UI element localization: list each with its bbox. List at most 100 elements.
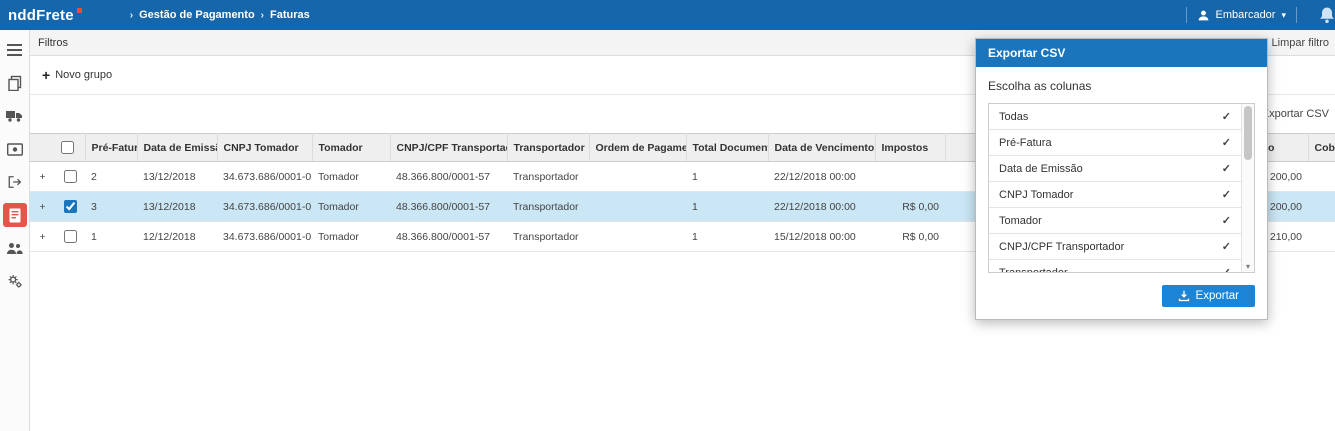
invoice-icon: [9, 208, 20, 222]
col-transportador[interactable]: Transportador: [507, 133, 590, 162]
chevron-right-icon: ›: [260, 9, 265, 21]
option-label: Pré-Fatura: [999, 136, 1052, 149]
sidebar-item-configuracoes[interactable]: [3, 269, 27, 293]
col-select-all[interactable]: [55, 133, 86, 162]
row-checkbox[interactable]: [63, 200, 77, 213]
cell-data-vencimento: 15/12/2018 00:00: [768, 221, 875, 252]
col-tomador[interactable]: Tomador: [312, 133, 391, 162]
cell-cnpj-tomador: 34.673.686/0001-01: [217, 161, 312, 192]
cell-pre-fatura: 1: [85, 221, 137, 252]
export-csv-label: Exportar CSV: [1261, 108, 1329, 120]
cell-pre-fatura: 3: [85, 191, 137, 222]
clear-filter-label: Limpar filtro: [1271, 36, 1329, 49]
sidebar-item-gestao-pagamento-active[interactable]: [2, 203, 27, 227]
row-expand-button[interactable]: +: [30, 161, 55, 192]
bell-icon: [1320, 7, 1334, 23]
column-option-tomador[interactable]: Tomador ✓: [989, 208, 1241, 234]
cell-tomador: Tomador: [312, 161, 390, 192]
check-icon: ✓: [1221, 241, 1231, 253]
cell-total-documentos: 1: [686, 161, 768, 192]
money-icon: [6, 142, 23, 156]
column-option-cnpj-tomador[interactable]: CNPJ Tomador ✓: [989, 182, 1241, 208]
chevron-down-icon: ▾: [1281, 9, 1286, 20]
cell-cnpj-cpf-transportador: 48.366.800/0001-57: [390, 221, 507, 252]
cell-cobranca: [1308, 161, 1335, 192]
users-icon: [7, 242, 23, 254]
cell-cobranca: [1308, 221, 1335, 252]
col-data-vencimento[interactable]: Data de Vencimento: [768, 133, 876, 162]
select-all-checkbox[interactable]: [61, 141, 74, 154]
cell-ordem-pagamento: [589, 221, 686, 252]
user-menu[interactable]: Embarcador ▾: [1197, 9, 1286, 22]
col-data-emissao[interactable]: Data de Emissão↓: [137, 133, 218, 162]
option-label: Data de Emissão: [999, 162, 1083, 175]
cell-cobranca: [1308, 191, 1335, 222]
hamburger-icon: [7, 43, 22, 56]
export-button[interactable]: Exportar: [1161, 285, 1255, 307]
col-cnpj-tomador[interactable]: CNPJ Tomador: [217, 133, 313, 162]
col-label: CNPJ/CPF Transportador: [396, 141, 507, 154]
row-checkbox[interactable]: [63, 230, 77, 243]
cell-data-emissao: 12/12/2018: [137, 221, 217, 252]
cell-ordem-pagamento: [589, 161, 686, 192]
option-label: Tomador: [999, 214, 1042, 227]
column-option-data-emissao[interactable]: Data de Emissão ✓: [989, 156, 1241, 182]
column-option-todas[interactable]: Todas ✓: [989, 104, 1241, 130]
chevron-right-icon: ›: [129, 9, 134, 21]
cell-data-emissao: 13/12/2018: [137, 161, 217, 192]
new-group-label: Novo grupo: [55, 69, 113, 81]
sidebar-item-pedagio[interactable]: [3, 137, 27, 161]
col-expand: [30, 133, 55, 162]
scrollbar-thumb[interactable]: [1244, 106, 1252, 160]
menu-toggle-button[interactable]: [3, 38, 27, 62]
check-icon: ✓: [1221, 163, 1231, 175]
cell-ordem-pagamento: [589, 191, 686, 222]
sidebar-item-exportacao[interactable]: [3, 170, 27, 194]
column-option-pre-fatura[interactable]: Pré-Fatura ✓: [989, 130, 1241, 156]
breadcrumb-faturas[interactable]: Faturas: [270, 9, 310, 21]
row-checkbox[interactable]: [63, 170, 77, 183]
user-menu-label: Embarcador: [1215, 9, 1276, 21]
sidebar-item-documents[interactable]: [3, 71, 27, 95]
col-label: Pré-Fatura: [91, 141, 137, 154]
check-icon: ✓: [1221, 189, 1231, 201]
col-label: Data de Vencimento: [774, 141, 875, 154]
sidebar-item-usuarios[interactable]: [3, 236, 27, 260]
row-expand-button[interactable]: +: [30, 221, 55, 252]
topbar: nddFrete › Gestão de Pagamento › Faturas…: [0, 0, 1335, 30]
col-impostos[interactable]: Impostos: [875, 133, 946, 162]
brand-text: nddFrete: [8, 6, 74, 24]
row-expand-button[interactable]: +: [30, 191, 55, 222]
sidebar-item-frete[interactable]: [3, 104, 27, 128]
cell-impostos: [875, 161, 945, 192]
col-cobranca[interactable]: Cobrança: [1308, 133, 1335, 162]
export-csv-modal: Exportar CSV Escolha as colunas Todas ✓ …: [975, 38, 1268, 320]
notifications-button[interactable]: [1317, 5, 1335, 25]
download-icon: [1178, 290, 1189, 302]
sign-out-icon: [8, 176, 22, 188]
col-label: Transportador: [513, 141, 585, 154]
column-option-cnpj-cpf-transportador[interactable]: CNPJ/CPF Transportador ✓: [989, 234, 1241, 260]
cell-total-documentos: 1: [686, 191, 768, 222]
col-pre-fatura[interactable]: Pré-Fatura: [85, 133, 138, 162]
modal-title: Exportar CSV: [976, 39, 1267, 67]
option-label: CNPJ Tomador: [999, 188, 1074, 201]
new-group-button[interactable]: + Novo grupo: [42, 68, 112, 82]
breadcrumb-gestao-pagamento[interactable]: Gestão de Pagamento: [139, 9, 255, 21]
cell-tomador: Tomador: [312, 221, 390, 252]
cell-transportador: Transportador: [507, 191, 589, 222]
col-total-documentos[interactable]: Total Documentos: [686, 133, 769, 162]
cell-transportador: Transportador: [507, 161, 589, 192]
column-list: Todas ✓ Pré-Fatura ✓ Data de Emissão ✓ C…: [988, 103, 1255, 273]
cell-transportador: Transportador: [507, 221, 589, 252]
check-icon: ✓: [1221, 111, 1231, 123]
scrollbar[interactable]: ▾: [1241, 104, 1254, 272]
scrollbar-down-arrow[interactable]: ▾: [1242, 261, 1254, 272]
filters-title: Filtros: [38, 36, 68, 49]
cell-pre-fatura: 2: [85, 161, 137, 192]
col-label: Data de Emissão: [143, 141, 217, 154]
col-ordem-pagamento[interactable]: Ordem de Pagamento: [589, 133, 687, 162]
col-cnpj-cpf-transportador[interactable]: CNPJ/CPF Transportador: [390, 133, 508, 162]
cell-cnpj-cpf-transportador: 48.366.800/0001-57: [390, 161, 507, 192]
column-option-transportador[interactable]: Transportador ✓: [989, 260, 1241, 273]
